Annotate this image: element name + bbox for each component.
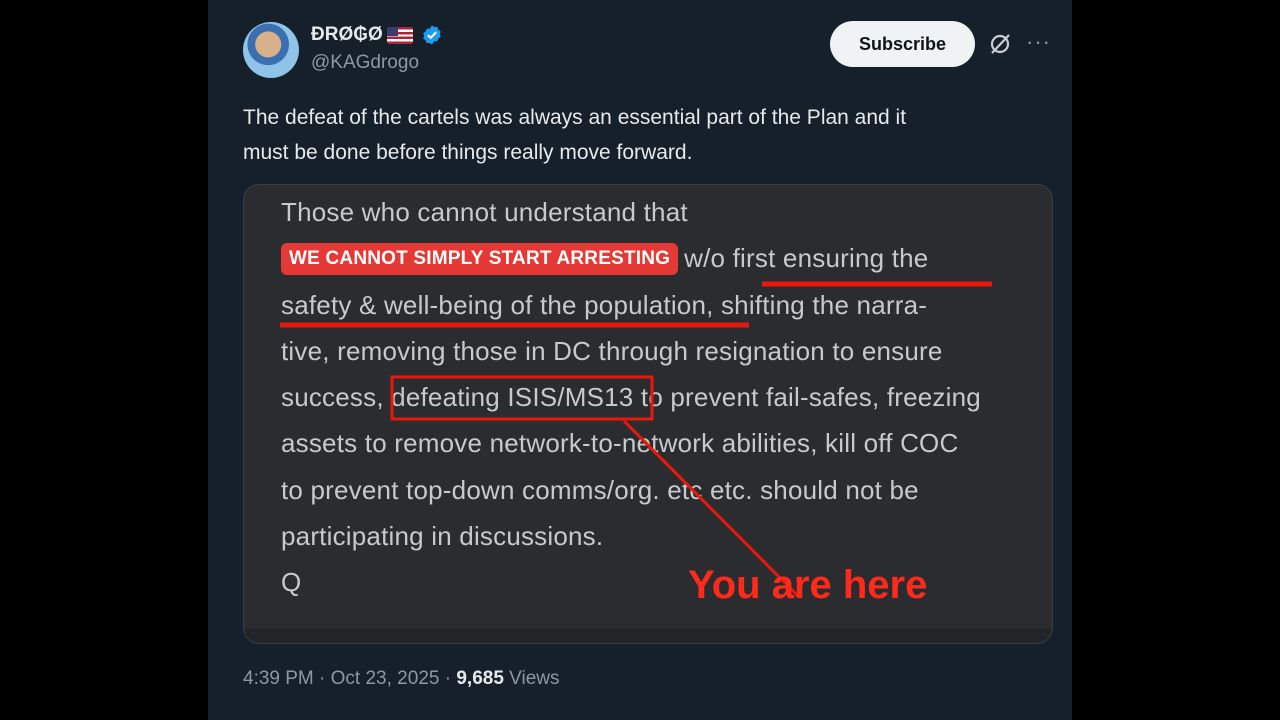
views-label: Views: [509, 668, 560, 689]
subscribe-button[interactable]: Subscribe: [830, 21, 975, 67]
tweet-text-line2: must be done before things really move f…: [243, 141, 693, 164]
avatar[interactable]: [243, 22, 299, 78]
meta-separator-1: ·: [319, 668, 326, 689]
views-count: 9,685: [456, 668, 504, 689]
tweet-time[interactable]: 4:39 PM: [243, 668, 314, 689]
meta-separator-2: ·: [444, 668, 452, 689]
tweet-meta: 4:39 PM · Oct 23, 2025 · 9,685 Views: [243, 668, 560, 690]
grok-icon[interactable]: [988, 32, 1012, 56]
tweet-date[interactable]: Oct 23, 2025: [331, 668, 440, 689]
tweet-text-line1: The defeat of the cartels was always an …: [243, 106, 907, 129]
media-bottom-strip: [244, 629, 1052, 643]
author-handle[interactable]: @KAGdrogo: [311, 52, 419, 74]
media-annotation-overlay: [280, 281, 992, 599]
annotation-you-are-here: You are here: [688, 563, 928, 607]
author-name[interactable]: ÐRØ₲Ø: [311, 24, 383, 46]
verified-badge-icon[interactable]: [421, 24, 443, 46]
tweet-card: ÐRØ₲Ø @KAGdrogo Subscribe ··· The defeat…: [208, 0, 1072, 720]
highlight-box-isis-ms13: [390, 375, 654, 421]
tweet-text: The defeat of the cartels was always an …: [243, 100, 1043, 170]
us-flag-icon: [386, 26, 413, 44]
author-name-row[interactable]: ÐRØ₲Ø: [311, 24, 443, 46]
tweet-media-image[interactable]: Those who cannot understand that WE CANN…: [243, 184, 1053, 644]
more-icon[interactable]: ···: [1026, 31, 1050, 56]
